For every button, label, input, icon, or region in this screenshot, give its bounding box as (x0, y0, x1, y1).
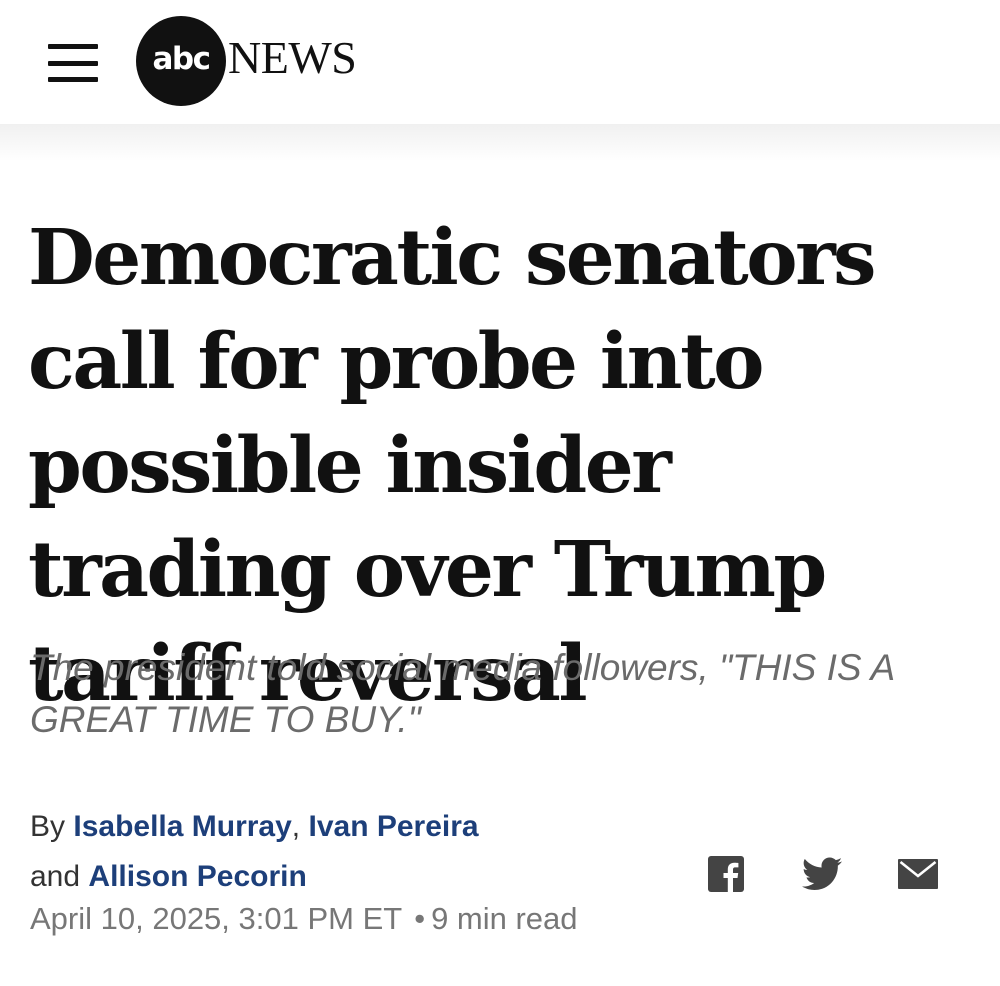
abc-news-logo[interactable]: abc NEWS (136, 16, 357, 106)
dateline: April 10, 2025, 3:01 PM ET • 9 min read (30, 894, 578, 944)
header-shadow (0, 124, 1000, 162)
logo-news-text: NEWS (228, 31, 357, 83)
email-icon (898, 859, 938, 889)
author-link-ivan-pereira[interactable]: Ivan Pereira (308, 810, 478, 843)
author-link-isabella-murray[interactable]: Isabella Murray (73, 810, 291, 843)
byline-by: By (30, 810, 66, 843)
email-share-button[interactable] (898, 854, 938, 894)
twitter-icon (802, 857, 842, 890)
facebook-icon (708, 856, 744, 892)
abc-logo-circle: abc (136, 16, 226, 106)
hamburger-menu-icon[interactable] (48, 44, 98, 82)
byline-comma: , (291, 810, 301, 843)
byline-and: and (30, 860, 81, 893)
publish-date: April 10, 2025, 3:01 PM ET (30, 901, 403, 936)
article-subhead: The president told social media follower… (30, 647, 894, 740)
dateline-separator: • (414, 901, 426, 936)
facebook-share-button[interactable] (706, 854, 746, 894)
byline: By Isabella Murray, Ivan Pereira and All… (30, 802, 670, 902)
twitter-share-button[interactable] (802, 854, 842, 894)
logo-abc-text: abc (152, 41, 212, 77)
site-header: abc NEWS (0, 0, 1000, 124)
author-link-allison-pecorin[interactable]: Allison Pecorin (88, 860, 306, 893)
read-time: 9 min read (431, 901, 578, 936)
share-bar (706, 854, 938, 894)
